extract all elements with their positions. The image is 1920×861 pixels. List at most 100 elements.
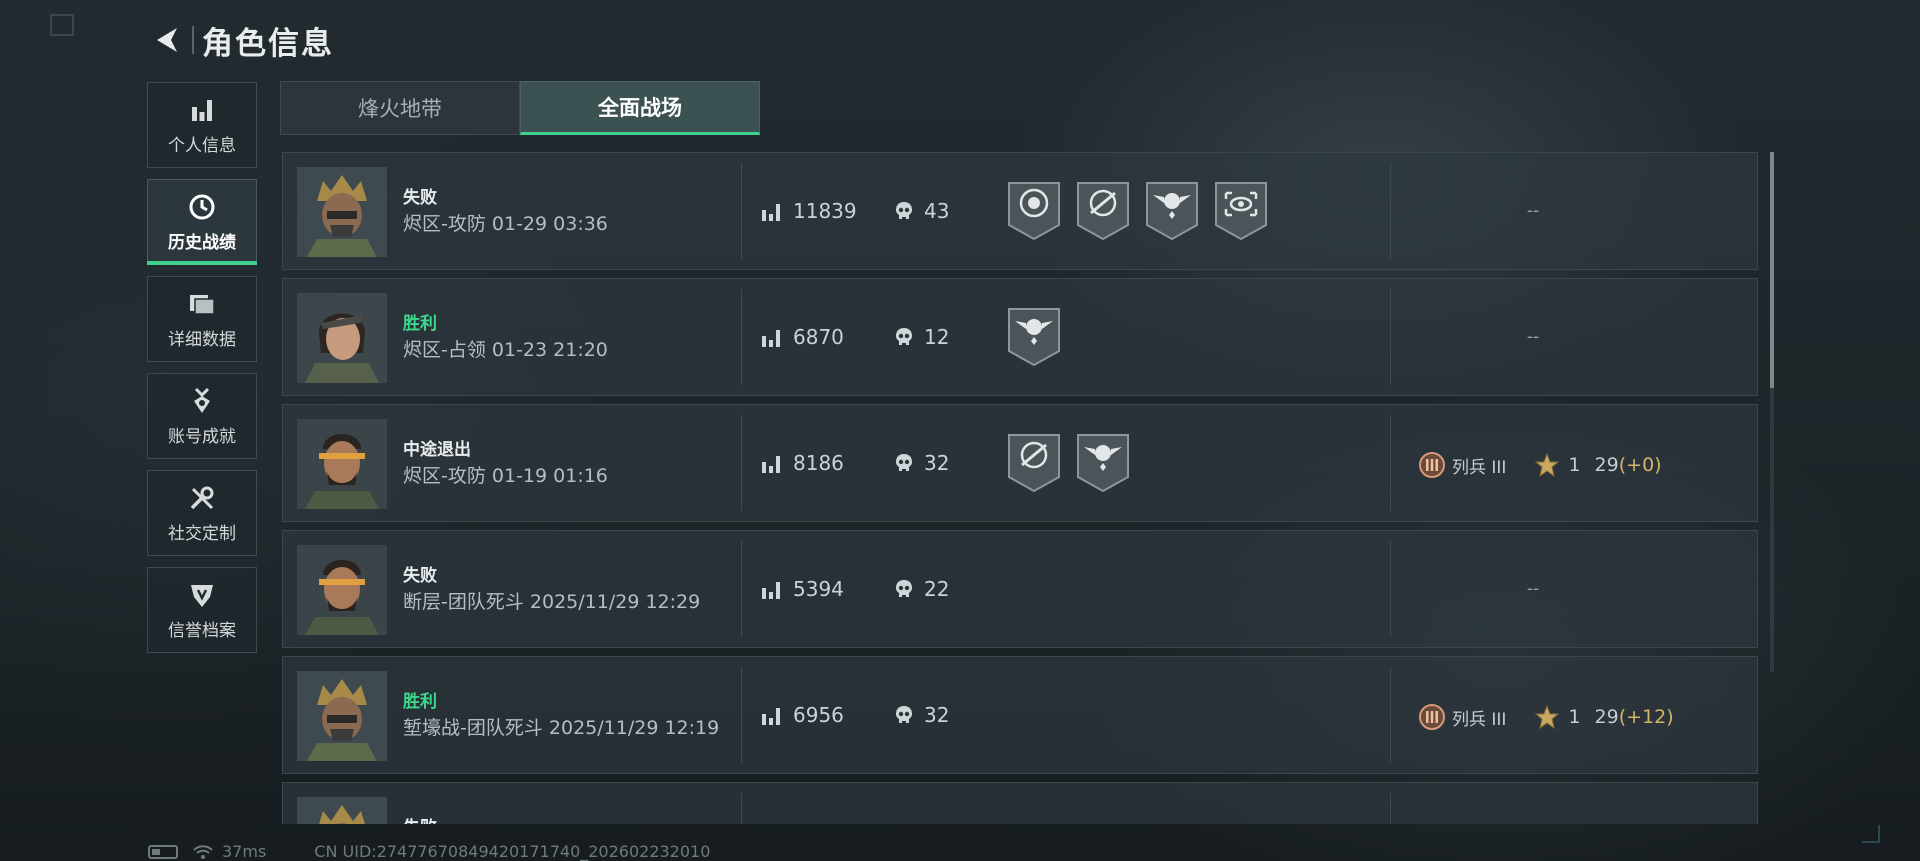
sidebar-item-reputation[interactable]: 信誉档案 [147, 567, 257, 653]
corner-frame-icon [50, 14, 74, 36]
rank-delta: (+12) [1618, 706, 1674, 728]
star-icon [1534, 704, 1560, 730]
score-icon [761, 202, 781, 222]
divider [741, 793, 742, 824]
match-kills: 32 [924, 451, 950, 475]
divider [1390, 793, 1391, 824]
crosshair-rifle-badge-icon[interactable] [1076, 181, 1130, 241]
match-mode-time: 烬区-攻防 01-29 03:36 [403, 213, 608, 235]
header-divider [192, 26, 194, 54]
rank-info: 列兵 III 1 29 (+0) [1418, 451, 1662, 479]
sidebar-item-label: 社交定制 [168, 523, 236, 544]
medal-icon [187, 386, 217, 416]
rank-empty: -- [1526, 327, 1540, 347]
score-icon [761, 454, 781, 474]
status-bar: 37ms CN UID:2747767084942017174​0_202602… [148, 842, 710, 861]
match-row[interactable]: 失败 断层-团队死斗 2025/11/29 12:29 5394 22 -- [282, 530, 1758, 648]
crosshair-rifle-badge-icon[interactable] [1007, 433, 1061, 493]
rank-empty: -- [1526, 579, 1540, 599]
match-kills: 32 [924, 703, 950, 727]
scrollbar-thumb[interactable] [1770, 152, 1774, 388]
match-mode-time: 烬区-攻防 01-19 01:16 [403, 465, 608, 487]
operator-avatar [297, 419, 387, 509]
match-kills: 22 [924, 577, 950, 601]
divider [1390, 289, 1391, 385]
match-history-list[interactable]: 失败 烬区-攻防 01-29 03:36 11839 43 -- 胜利 烬区-占… [282, 152, 1758, 824]
sidebar-item-match-history[interactable]: 历史战绩 [147, 179, 257, 265]
mode-tabs: 烽火地带 全面战场 [280, 81, 760, 135]
rank-points: 29 [1594, 706, 1619, 728]
skull-icon [893, 452, 915, 474]
sidebar-item-label: 信誉档案 [168, 620, 236, 641]
score-icon [761, 580, 781, 600]
match-result: 失败 [403, 813, 437, 824]
sidebar-item-label: 详细数据 [168, 329, 236, 350]
skull-target-badge-icon[interactable] [1007, 181, 1061, 241]
match-row[interactable]: 中途退出 烬区-攻防 01-19 01:16 8186 32 列兵 III 1 … [282, 404, 1758, 522]
match-row[interactable]: 胜利 烬区-占领 01-23 21:20 6870 12 -- [282, 278, 1758, 396]
rank-empty: -- [1526, 201, 1540, 221]
match-row[interactable]: 失败 烬区-攻防 01-29 03:36 11839 43 -- [282, 152, 1758, 270]
match-score: 11839 [793, 199, 857, 223]
divider [1390, 163, 1391, 259]
match-kills: 43 [924, 199, 950, 223]
folder-icon [187, 289, 217, 319]
tab-extraction[interactable]: 烽火地带 [280, 81, 520, 135]
skull-icon [893, 578, 915, 600]
scrollbar[interactable] [1770, 152, 1774, 672]
clock-icon [187, 192, 217, 222]
wifi-icon [193, 844, 213, 859]
sidebar-item-achievements[interactable]: 账号成就 [147, 373, 257, 459]
skull-wings-badge-icon[interactable] [1076, 433, 1130, 493]
rank-level: 1 [1568, 706, 1581, 728]
sidebar-item-label: 账号成就 [168, 426, 236, 447]
match-row[interactable]: 胜利 堑壕战-团队死斗 2025/11/29 12:19 6956 32 列兵 … [282, 656, 1758, 774]
rank-name: 列兵 III [1452, 709, 1507, 730]
match-mode-time: 堑壕战-团队死斗 2025/11/29 12:19 [403, 717, 720, 739]
rank-delta: (+0) [1618, 454, 1662, 476]
skull-icon [893, 704, 915, 726]
medal-list [1007, 181, 1268, 241]
match-score: 5394 [793, 577, 844, 601]
back-button[interactable] [148, 20, 188, 60]
header: 角色信息 [148, 18, 334, 62]
divider [741, 289, 742, 385]
sidebar-item-label: 历史战绩 [168, 232, 236, 253]
divider [1390, 541, 1391, 637]
medal-list [1007, 433, 1130, 493]
rank-level: 1 [1568, 454, 1581, 476]
divider [1390, 415, 1391, 511]
skull-wings-badge-icon[interactable] [1145, 181, 1199, 241]
divider [1390, 667, 1391, 763]
match-result: 失败 [403, 566, 437, 586]
match-score: 6870 [793, 325, 844, 349]
sidebar-item-social-custom[interactable]: 社交定制 [147, 470, 257, 556]
sidebar-item-detailed-data[interactable]: 详细数据 [147, 276, 257, 362]
divider [741, 667, 742, 763]
operator-avatar [297, 545, 387, 635]
ping-value: 37ms [222, 842, 267, 861]
sidebar: 个人信息 历史战绩 详细数据 账号成就 社交定制 信誉档案 [147, 82, 257, 664]
tab-full-battlefield[interactable]: 全面战场 [520, 81, 760, 135]
eye-scope-badge-icon[interactable] [1214, 181, 1268, 241]
tools-icon [187, 483, 217, 513]
match-score: 8186 [793, 451, 844, 475]
shield-icon [187, 580, 217, 610]
score-icon [761, 706, 781, 726]
corner-frame-icon [1862, 825, 1880, 843]
operator-avatar [297, 671, 387, 761]
match-mode-time: 断层-团队死斗 2025/11/29 12:29 [403, 591, 701, 613]
skull-wings-badge-icon[interactable] [1007, 307, 1061, 367]
uid-text: CN UID:2747767084942017174​0_20260223201… [314, 842, 711, 861]
match-kills: 12 [924, 325, 950, 349]
match-result: 失败 [403, 188, 437, 208]
star-icon [1534, 452, 1560, 478]
sidebar-item-personal-info[interactable]: 个人信息 [147, 82, 257, 168]
match-row[interactable]: 失败 [282, 782, 1758, 824]
rank-emblem-icon [1418, 703, 1446, 731]
operator-avatar [297, 167, 387, 257]
skull-icon [893, 326, 915, 348]
match-result: 中途退出 [403, 440, 471, 460]
divider [741, 415, 742, 511]
operator-avatar [297, 293, 387, 383]
